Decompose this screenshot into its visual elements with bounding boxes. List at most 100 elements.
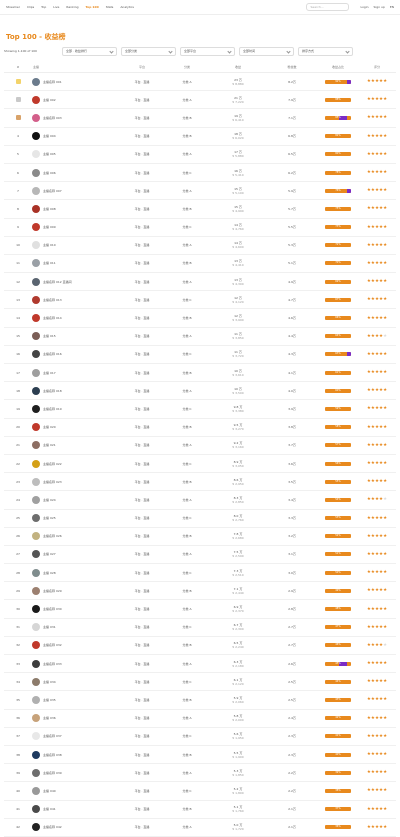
- filter-platform-select[interactable]: 全部平台: [180, 46, 235, 56]
- nav-item[interactable]: Live: [53, 5, 59, 9]
- avatar[interactable]: [32, 186, 40, 195]
- streamer-name[interactable]: 主播 024: [43, 498, 56, 502]
- table-row[interactable]: 33 主播名称 033 平台 · 直播 分类 A 6.3 万 ¥ 2,180 2.6万 45%…: [4, 654, 396, 674]
- streamer-name[interactable]: 主播名称 039: [43, 771, 62, 775]
- table-row[interactable]: 5 主播 005 平台 · 直播 分类 A 17 万 ¥ 5,880 6.5万 80% ★★★★…: [4, 145, 396, 164]
- table-row[interactable]: 19 主播名称 019 平台 · 直播 分类 C 9.8 万 ¥ 3,380 3.9万 59%…: [4, 399, 396, 419]
- streamer-cell[interactable]: 主播名称 023: [32, 472, 120, 492]
- streamer-name[interactable]: 主播 010: [43, 243, 56, 247]
- avatar[interactable]: [32, 241, 40, 250]
- table-row[interactable]: 主播名称 003 平台 · 直播 分类 B 19 万 ¥ 6,410 7.1万 85% ★★★…: [4, 108, 396, 128]
- avatar[interactable]: [32, 132, 40, 141]
- streamer-name[interactable]: 主播 025: [43, 516, 56, 520]
- streamer-cell[interactable]: 主播名称 033: [32, 654, 120, 674]
- column-header-category[interactable]: 分类: [164, 61, 210, 73]
- streamer-cell[interactable]: 主播 004: [32, 127, 120, 146]
- table-row[interactable]: 37 主播名称 037 平台 · 直播 分类 C 5.6 万 ¥ 1,950 2.3万 41%…: [4, 727, 396, 746]
- table-row[interactable]: 41 主播 041 平台 · 直播 分类 B 5.1 万 ¥ 1,760 2.1万 37% ★★…: [4, 800, 396, 819]
- streamer-name[interactable]: 主播名称 001: [43, 80, 62, 84]
- streamer-cell[interactable]: 主播名称 003: [32, 108, 120, 128]
- avatar[interactable]: [32, 768, 40, 777]
- table-row[interactable]: 30 主播名称 030 平台 · 直播 分类 A 6.9 万 ¥ 2,370 2.8万 48%…: [4, 599, 396, 619]
- table-row[interactable]: 主播名称 001 平台 · 直播 分类 A 23 万 ¥ 8,880 8.2万 92% ★★★…: [4, 72, 396, 92]
- table-row[interactable]: 34 主播 034 平台 · 直播 分类 C 6.1 万 ¥ 2,120 2.5万 44% ★★…: [4, 672, 396, 692]
- column-header-rank[interactable]: #: [4, 61, 32, 73]
- nav-right-link[interactable]: EN: [390, 5, 394, 9]
- streamer-name[interactable]: 主播 041: [43, 807, 56, 811]
- streamer-cell[interactable]: 主播 040: [32, 781, 120, 801]
- streamer-name[interactable]: 主播名称 030: [43, 607, 62, 611]
- table-row[interactable]: 14 主播名称 014 平台 · 直播 分类 B 12 万 ¥ 3,990 4.6万 66% ★…: [4, 308, 396, 328]
- streamer-name[interactable]: 主播 034: [43, 680, 56, 684]
- streamer-name[interactable]: 主播名称 042: [43, 825, 62, 829]
- avatar[interactable]: [32, 113, 40, 122]
- streamer-cell[interactable]: 主播名称 029: [32, 581, 120, 601]
- avatar[interactable]: [32, 677, 40, 686]
- streamer-cell[interactable]: 主播名称 007: [32, 181, 120, 201]
- avatar[interactable]: [32, 623, 40, 632]
- streamer-cell[interactable]: 主播 017: [32, 363, 120, 383]
- streamer-cell[interactable]: 主播名称 014: [32, 308, 120, 328]
- streamer-name[interactable]: 主播 036: [43, 716, 56, 720]
- table-row[interactable]: 11 主播 011 平台 · 直播 分类 B 13 万 ¥ 4,410 5.1万 70% ★★★…: [4, 254, 396, 274]
- streamer-cell[interactable]: 主播 020: [32, 418, 120, 437]
- streamer-name[interactable]: 主播 006: [43, 171, 56, 175]
- table-row[interactable]: 17 主播 017 平台 · 直播 分类 B 10 万 ¥ 3,610 4.1万 61% ★★★…: [4, 363, 396, 383]
- streamer-cell[interactable]: 主播 009: [32, 218, 120, 237]
- streamer-cell[interactable]: 主播名称 032: [32, 636, 120, 656]
- streamer-cell[interactable]: 主播名称 037: [32, 727, 120, 746]
- nav-item[interactable]: Streamer: [6, 5, 20, 9]
- table-row[interactable]: 27 主播 027 平台 · 直播 分类 A 7.5 万 ¥ 2,590 3.1万 51% ★★…: [4, 545, 396, 565]
- streamer-cell[interactable]: 主播 035: [32, 690, 120, 710]
- avatar[interactable]: [32, 150, 40, 159]
- avatar[interactable]: [32, 441, 40, 450]
- streamer-name[interactable]: 主播名称 007: [43, 189, 62, 193]
- table-row[interactable]: 13 主播名称 013 平台 · 直播 分类 C 12 万 ¥ 4,120 4.7万 67% ★…: [4, 290, 396, 310]
- avatar[interactable]: [32, 641, 40, 650]
- streamer-name[interactable]: 主播 005: [43, 152, 56, 156]
- streamer-name[interactable]: 主播 017: [43, 371, 56, 375]
- table-row[interactable]: 10 主播 010 平台 · 直播 分类 A 14 万 ¥ 4,600 5.3万 72% ★★★…: [4, 236, 396, 255]
- avatar[interactable]: [32, 714, 40, 723]
- table-row[interactable]: 32 主播名称 032 平台 · 直播 分类 B 6.5 万 ¥ 2,240 2.7万 46%…: [4, 636, 396, 656]
- streamer-name[interactable]: 主播 035: [43, 698, 56, 702]
- nav-item[interactable]: Clips: [27, 5, 34, 9]
- avatar[interactable]: [32, 477, 40, 486]
- streamer-name[interactable]: 主播 004: [43, 134, 56, 138]
- streamer-cell[interactable]: 主播 005: [32, 145, 120, 164]
- table-row[interactable]: 18 主播名称 018 平台 · 直播 分类 A 10 万 ¥ 3,500 4.0万 60% ★…: [4, 381, 396, 401]
- avatar[interactable]: [32, 823, 40, 832]
- streamer-name[interactable]: 主播 040: [43, 789, 56, 793]
- table-row[interactable]: 31 主播 031 平台 · 直播 分类 C 6.7 万 ¥ 2,300 2.7万 47% ★★…: [4, 618, 396, 637]
- table-row[interactable]: 4 主播 004 平台 · 直播 分类 B 18 万 ¥ 6,020 6.8万 82% ★★★★…: [4, 127, 396, 146]
- streamer-cell[interactable]: 主播 034: [32, 672, 120, 692]
- filter-ranking-select[interactable]: 全部 · 收益排行: [62, 46, 117, 56]
- avatar[interactable]: [32, 786, 40, 795]
- avatar[interactable]: [32, 586, 40, 595]
- column-header-rating[interactable]: 评分: [358, 61, 396, 73]
- nav-item[interactable]: Top 100: [86, 5, 99, 9]
- nav-right-link[interactable]: Login: [360, 5, 368, 9]
- avatar[interactable]: [32, 332, 40, 341]
- avatar[interactable]: [32, 314, 40, 323]
- table-row[interactable]: 12 主播名称 012 直播间 平台 · 直播 分类 A 13 万 ¥ 4,300 4.9万…: [4, 272, 396, 292]
- avatar[interactable]: [32, 168, 40, 177]
- table-row[interactable]: 28 主播 028 平台 · 直播 分类 C 7.3 万 ¥ 2,510 3.0万 50% ★★…: [4, 563, 396, 583]
- streamer-cell[interactable]: 主播名称 018: [32, 381, 120, 401]
- streamer-cell[interactable]: 主播 021: [32, 436, 120, 455]
- avatar[interactable]: [32, 805, 40, 814]
- table-row[interactable]: 16 主播名称 016 平台 · 直播 分类 C 11 万 ¥ 3,720 4.3万 63% ★…: [4, 345, 396, 365]
- streamer-cell[interactable]: 主播 024: [32, 490, 120, 510]
- table-row[interactable]: 21 主播 021 平台 · 直播 分类 A 9.2 万 ¥ 3,160 3.7万 57% ★★…: [4, 436, 396, 455]
- avatar[interactable]: [32, 386, 40, 395]
- streamer-cell[interactable]: 主播 010: [32, 236, 120, 255]
- avatar[interactable]: [32, 77, 40, 86]
- nav-item[interactable]: Stats: [106, 5, 114, 9]
- streamer-name[interactable]: 主播名称 022: [43, 462, 62, 466]
- streamer-name[interactable]: 主播 027: [43, 552, 56, 556]
- streamer-cell[interactable]: 主播名称 001: [32, 72, 120, 92]
- table-row[interactable]: 7 主播名称 007 平台 · 直播 分类 A 15 万 ¥ 5,100 5.9万 76% ★★…: [4, 181, 396, 201]
- table-row[interactable]: 39 主播名称 039 平台 · 直播 分类 A 5.3 万 ¥ 1,850 2.2万 39%…: [4, 763, 396, 783]
- streamer-name[interactable]: 主播 011: [43, 261, 56, 265]
- table-row[interactable]: 20 主播 020 平台 · 直播 分类 B 9.5 万 ¥ 3,270 3.8万 58% ★★…: [4, 418, 396, 437]
